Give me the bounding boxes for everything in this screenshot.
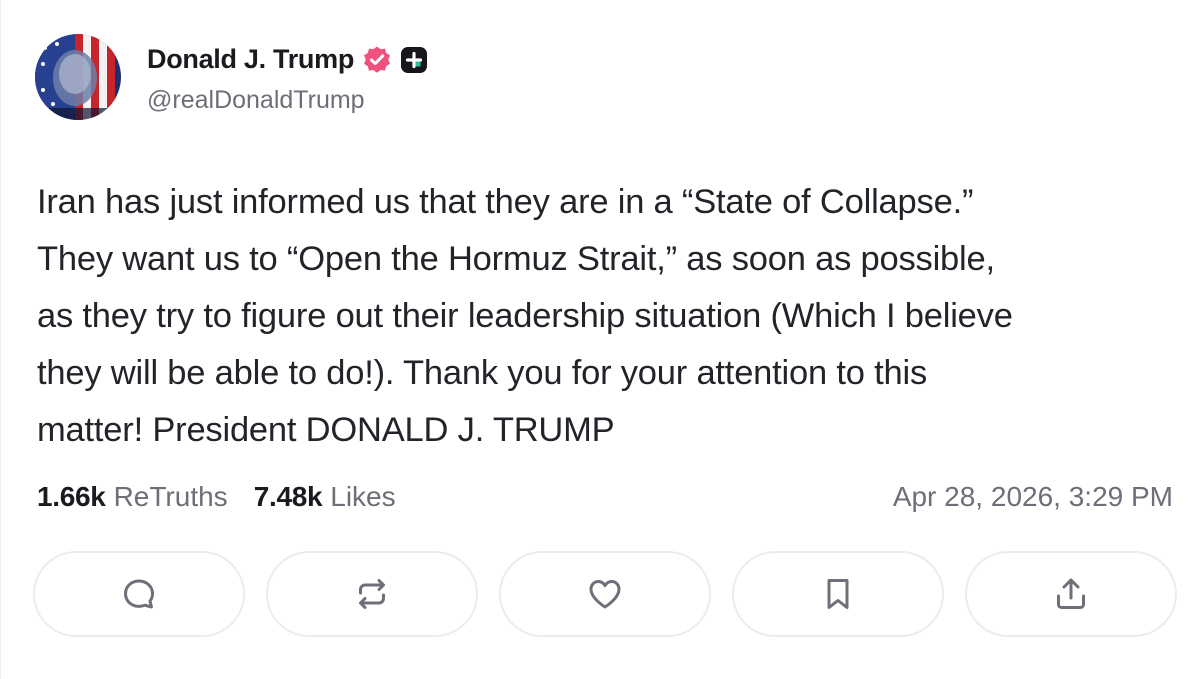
retruths-stat[interactable]: 1.66k ReTruths bbox=[37, 481, 228, 513]
share-button[interactable] bbox=[965, 551, 1177, 637]
author-block: Donald J. Trump @realDonaldTrump bbox=[147, 40, 428, 115]
post-stats: 1.66k ReTruths 7.48k Likes Apr 28, 2026,… bbox=[37, 476, 1173, 518]
avatar-portrait-image bbox=[35, 34, 121, 120]
reply-button[interactable] bbox=[33, 551, 245, 637]
author-display-name[interactable]: Donald J. Trump bbox=[147, 44, 354, 75]
verified-badge-icon bbox=[362, 45, 392, 75]
action-bar bbox=[33, 551, 1177, 639]
likes-count: 7.48k bbox=[253, 481, 323, 512]
like-button[interactable] bbox=[499, 551, 711, 637]
post-header: Donald J. Trump @realDonaldTrump bbox=[35, 34, 428, 120]
post-timestamp[interactable]: Apr 28, 2026, 3:29 PM bbox=[893, 481, 1173, 513]
share-icon bbox=[1057, 578, 1085, 609]
likes-label: Likes bbox=[330, 481, 396, 512]
likes-stat[interactable]: 7.48k Likes bbox=[254, 481, 396, 513]
plus-badge-icon bbox=[400, 46, 428, 74]
retruth-icon bbox=[359, 579, 385, 609]
bookmark-button[interactable] bbox=[732, 551, 944, 637]
bookmark-icon bbox=[827, 579, 849, 609]
name-row: Donald J. Trump bbox=[147, 40, 428, 80]
post-body-line: they will be able to do!). Thank you for… bbox=[37, 354, 928, 392]
heart-icon bbox=[589, 580, 621, 609]
reply-icon bbox=[124, 579, 154, 609]
retruths-count: 1.66k bbox=[37, 481, 106, 512]
post-body-line: matter! President DONALD J. TRUMP bbox=[37, 411, 615, 449]
author-handle[interactable]: @realDonaldTrump bbox=[147, 86, 428, 115]
post-body: Iran has just informed us that they are … bbox=[37, 174, 1177, 459]
retruth-button[interactable] bbox=[266, 551, 478, 637]
post-body-line: as they try to figure out their leadersh… bbox=[37, 297, 1013, 335]
post-body-line: Iran has just informed us that they are … bbox=[37, 183, 974, 221]
avatar[interactable] bbox=[35, 34, 121, 120]
post-card: Donald J. Trump @realDonaldTrump Iran ha… bbox=[0, 0, 1200, 679]
retruths-label: ReTruths bbox=[113, 481, 228, 512]
post-body-line: They want us to “Open the Hormuz Strait,… bbox=[37, 240, 995, 278]
